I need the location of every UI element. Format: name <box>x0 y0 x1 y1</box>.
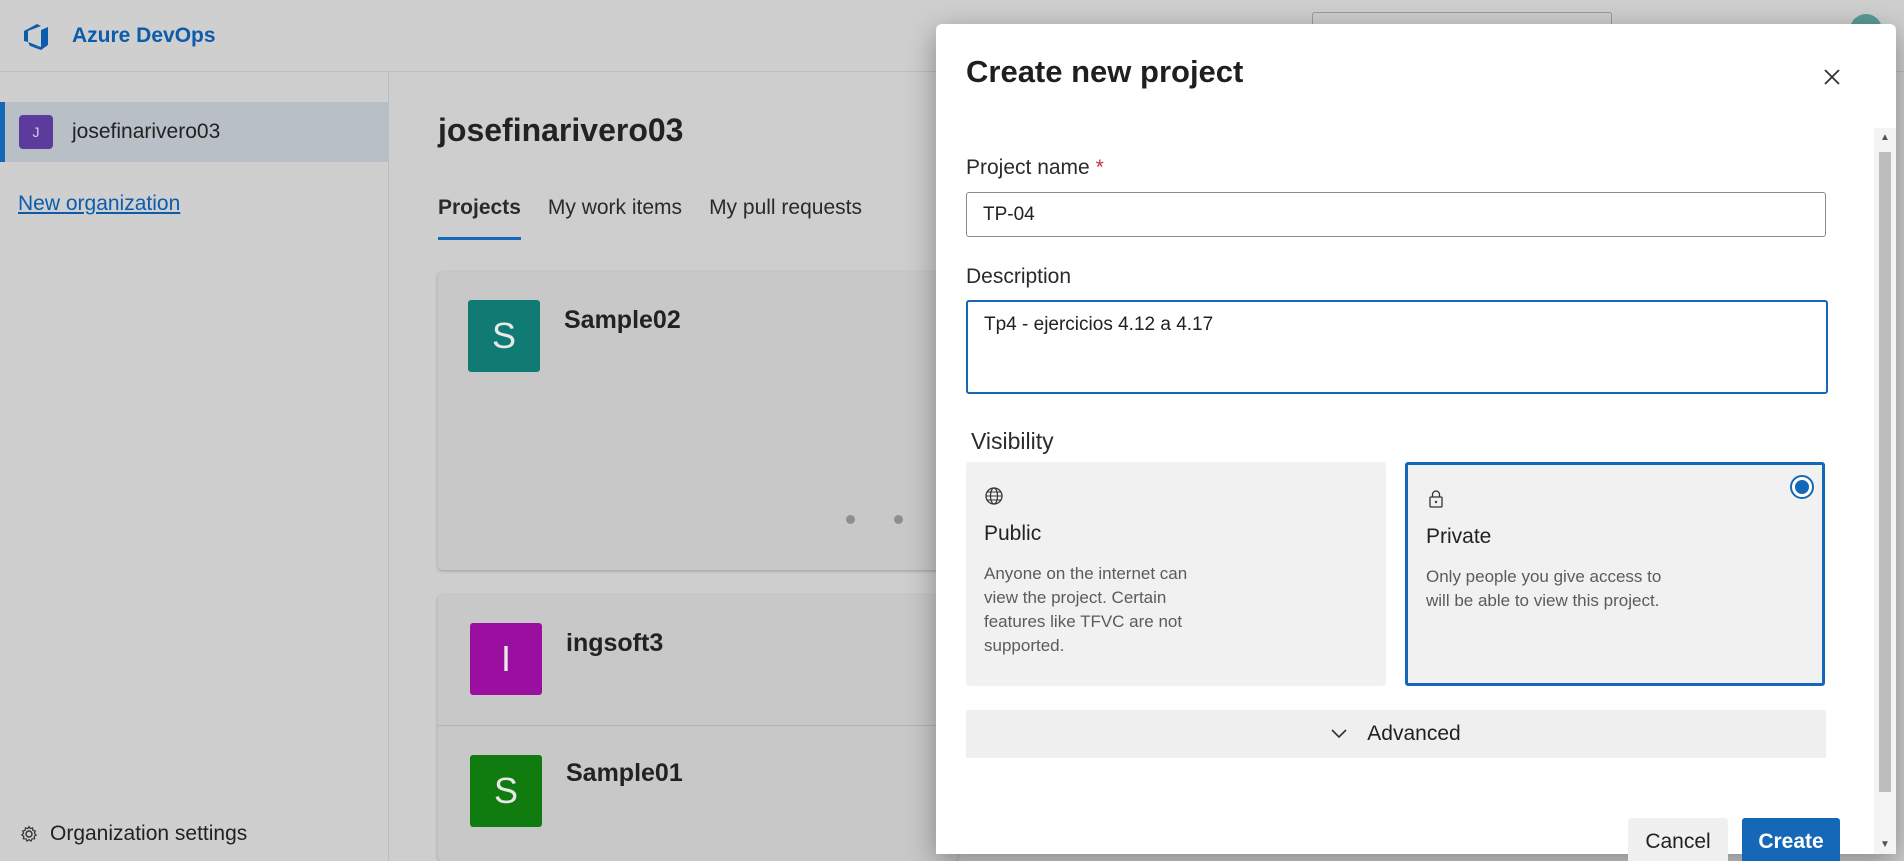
project-name-label-text: Project name <box>966 156 1090 179</box>
create-button[interactable]: Create <box>1742 818 1840 861</box>
lock-icon <box>1429 490 1443 508</box>
project-name[interactable]: Sample01 <box>566 759 683 788</box>
project-name-input[interactable] <box>966 192 1826 237</box>
project-name[interactable]: Sample02 <box>564 306 681 335</box>
project-name-label: Project name * <box>966 156 1104 180</box>
project-avatar: S <box>468 300 540 372</box>
sidebar-item-organization[interactable]: J josefinarivero03 <box>0 102 389 162</box>
project-avatar: I <box>470 623 542 695</box>
carousel-dot[interactable] <box>846 515 855 524</box>
scroll-thumb[interactable] <box>1879 152 1891 792</box>
new-organization-link[interactable]: New organization <box>18 192 180 216</box>
scroll-up-arrow-icon[interactable]: ▲ <box>1880 132 1890 143</box>
visibility-option-title: Public <box>984 522 1042 545</box>
required-marker: * <box>1095 156 1104 179</box>
private-radio-selected[interactable] <box>1790 475 1814 499</box>
sidebar: J josefinarivero03 New organization Orga… <box>0 72 389 861</box>
create-project-dialog: Create new project Project name * Descri… <box>936 24 1896 861</box>
organization-settings-label: Organization settings <box>50 822 248 845</box>
dialog-title: Create new project <box>966 54 1244 89</box>
tab-my-work-items[interactable]: My work items <box>548 196 682 240</box>
tab-projects[interactable]: Projects <box>438 196 521 240</box>
tab-my-pull-requests[interactable]: My pull requests <box>709 196 862 240</box>
globe-icon <box>985 487 1003 505</box>
description-input[interactable]: Tp4 - ejercicios 4.12 a 4.17 <box>966 300 1828 394</box>
advanced-label: Advanced <box>1367 722 1461 745</box>
page: Azure DevOps J josefinarivero03 New orga… <box>0 0 1904 861</box>
description-label: Description <box>966 265 1072 288</box>
cancel-button[interactable]: Cancel <box>1628 818 1728 861</box>
dialog-scrollbar[interactable]: ▲ ▼ <box>1874 128 1896 854</box>
project-card[interactable]: S Sample02 <box>438 272 958 570</box>
carousel-dot[interactable] <box>894 515 903 524</box>
visibility-option-description: Only people you give access to will be a… <box>1426 567 1662 610</box>
project-name[interactable]: ingsoft3 <box>566 629 663 658</box>
visibility-option-public[interactable]: Public Anyone on the internet can view t… <box>966 462 1386 686</box>
chevron-down-icon <box>1331 729 1347 739</box>
page-title: josefinarivero03 <box>438 112 684 148</box>
advanced-toggle[interactable]: Advanced <box>966 710 1826 758</box>
tab-bar: Projects My work items My pull requests <box>438 196 889 240</box>
project-list: I ingsoft3 S Sample01 <box>438 595 958 861</box>
brand-name[interactable]: Azure DevOps <box>72 24 216 48</box>
azure-devops-logo-icon[interactable] <box>20 20 52 52</box>
close-button[interactable] <box>1815 60 1849 94</box>
visibility-option-title: Private <box>1426 525 1492 548</box>
org-avatar: J <box>19 115 53 149</box>
divider <box>438 725 958 726</box>
visibility-option-description: Anyone on the internet can view the proj… <box>984 564 1188 655</box>
scroll-down-arrow-icon[interactable]: ▼ <box>1880 839 1890 850</box>
project-avatar: S <box>470 755 542 827</box>
org-name: josefinarivero03 <box>72 120 221 143</box>
gear-icon <box>20 825 38 843</box>
visibility-option-private[interactable]: Private Only people you give access to w… <box>1405 462 1825 686</box>
organization-settings-link[interactable]: Organization settings <box>20 822 247 846</box>
visibility-label: Visibility <box>971 428 1054 454</box>
close-icon <box>1824 69 1840 85</box>
